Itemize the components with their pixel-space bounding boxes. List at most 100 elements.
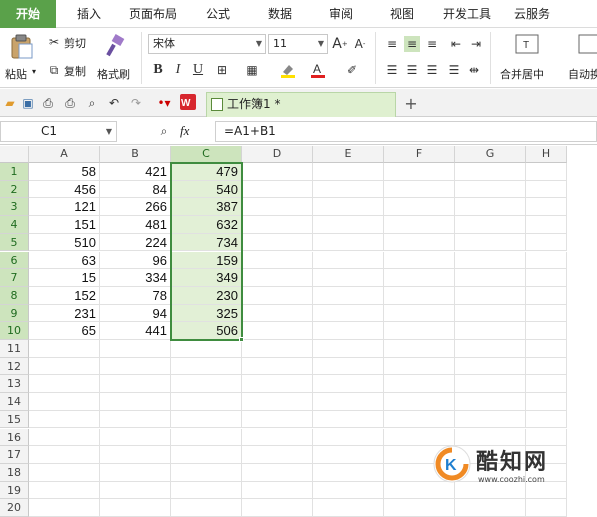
merge-center-button[interactable]: T 合并居中 <box>496 32 558 84</box>
cell-d1[interactable] <box>242 163 313 181</box>
tab-view[interactable]: 视图 <box>379 0 425 28</box>
font-shrink-icon[interactable]: A- <box>352 36 368 52</box>
column-header-e[interactable]: E <box>313 146 384 163</box>
cell-e3[interactable] <box>313 198 384 217</box>
cell-h15[interactable] <box>526 410 567 429</box>
cell-e2[interactable] <box>313 180 384 199</box>
cell-a20[interactable] <box>29 499 100 517</box>
cell-a9[interactable]: 231 <box>29 304 100 323</box>
undo-icon[interactable]: ↶ <box>106 95 122 111</box>
cell-f8[interactable] <box>384 286 455 305</box>
cell-f9[interactable] <box>384 304 455 323</box>
cell-d3[interactable] <box>242 198 313 217</box>
tab-cloud[interactable]: 云服务 <box>506 0 558 28</box>
cell-h2[interactable] <box>526 180 567 199</box>
cell-f6[interactable] <box>384 251 455 270</box>
paste-button[interactable]: 粘贴 ▾ <box>4 32 44 84</box>
align-top-icon[interactable]: ≡ <box>384 36 400 52</box>
cell-d15[interactable] <box>242 410 313 429</box>
cell-g13[interactable] <box>455 375 526 394</box>
column-header-a[interactable]: A <box>29 146 100 163</box>
cell-h7[interactable] <box>526 269 567 287</box>
cell-b18[interactable] <box>100 463 171 482</box>
cell-f20[interactable] <box>384 499 455 517</box>
cell-b5[interactable]: 224 <box>100 233 171 252</box>
tab-developer[interactable]: 开发工具 <box>436 0 498 28</box>
cell-d13[interactable] <box>242 375 313 394</box>
cell-e5[interactable] <box>313 233 384 252</box>
cell-f2[interactable] <box>384 180 455 199</box>
align-right-icon[interactable]: ☰ <box>424 62 440 78</box>
select-all-corner[interactable] <box>0 146 29 163</box>
cell-f13[interactable] <box>384 375 455 394</box>
cell-c3[interactable]: 387 <box>171 198 242 217</box>
cell-a4[interactable]: 151 <box>29 216 100 234</box>
folder-icon[interactable]: ▰ <box>2 95 18 111</box>
cell-f12[interactable] <box>384 357 455 376</box>
save-icon[interactable]: ▣ <box>20 95 36 111</box>
highlight-icon[interactable] <box>280 62 296 78</box>
align-bottom-icon[interactable]: ≡ <box>424 36 440 52</box>
cell-e9[interactable] <box>313 304 384 323</box>
cell-c12[interactable] <box>171 357 242 376</box>
cell-f10[interactable] <box>384 322 455 340</box>
cell-c11[interactable] <box>171 340 242 358</box>
cell-e18[interactable] <box>313 463 384 482</box>
cell-c18[interactable] <box>171 463 242 482</box>
cell-b3[interactable]: 266 <box>100 198 171 217</box>
cell-a8[interactable]: 152 <box>29 286 100 305</box>
border-icon[interactable]: ⊞ <box>214 62 230 78</box>
cell-g3[interactable] <box>455 198 526 217</box>
cell-d10[interactable] <box>242 322 313 340</box>
cell-c6[interactable]: 159 <box>171 251 242 270</box>
cell-f7[interactable] <box>384 269 455 287</box>
row-header-15[interactable]: 15 <box>0 410 29 429</box>
align-center-icon[interactable]: ☰ <box>404 62 420 78</box>
cell-g4[interactable] <box>455 216 526 234</box>
cell-b11[interactable] <box>100 340 171 358</box>
cell-h10[interactable] <box>526 322 567 340</box>
cell-a18[interactable] <box>29 463 100 482</box>
cell-a7[interactable]: 15 <box>29 269 100 287</box>
tab-insert[interactable]: 插入 <box>66 0 112 28</box>
cell-d5[interactable] <box>242 233 313 252</box>
cell-d7[interactable] <box>242 269 313 287</box>
row-header-18[interactable]: 18 <box>0 463 29 482</box>
cell-e10[interactable] <box>313 322 384 340</box>
cell-d14[interactable] <box>242 393 313 411</box>
align-middle-icon[interactable]: ≡ <box>404 36 420 52</box>
cell-d11[interactable] <box>242 340 313 358</box>
row-header-5[interactable]: 5 <box>0 233 29 252</box>
row-header-19[interactable]: 19 <box>0 481 29 500</box>
cell-h4[interactable] <box>526 216 567 234</box>
cell-g7[interactable] <box>455 269 526 287</box>
tab-data[interactable]: 数据 <box>257 0 303 28</box>
customize-icon[interactable]: •▾ <box>156 95 172 111</box>
cell-b14[interactable] <box>100 393 171 411</box>
cell-c10[interactable]: 506 <box>171 322 242 340</box>
italic-button[interactable]: I <box>170 62 186 78</box>
cell-a19[interactable] <box>29 481 100 500</box>
cell-b20[interactable] <box>100 499 171 517</box>
cell-g5[interactable] <box>455 233 526 252</box>
tab-page-layout[interactable]: 页面布局 <box>120 0 186 28</box>
row-header-11[interactable]: 11 <box>0 340 29 358</box>
cell-a12[interactable] <box>29 357 100 376</box>
cell-d17[interactable] <box>242 446 313 464</box>
cell-f3[interactable] <box>384 198 455 217</box>
column-header-b[interactable]: B <box>100 146 171 163</box>
format-painter-button[interactable]: 格式刷 <box>95 32 135 84</box>
cell-c20[interactable] <box>171 499 242 517</box>
cell-a11[interactable] <box>29 340 100 358</box>
export-pdf-icon[interactable]: ⎙ <box>40 95 56 111</box>
indent-decrease-icon[interactable]: ⇤ <box>448 36 464 52</box>
row-header-17[interactable]: 17 <box>0 446 29 464</box>
column-header-f[interactable]: F <box>384 146 455 163</box>
cell-g12[interactable] <box>455 357 526 376</box>
column-header-h[interactable]: H <box>526 146 567 163</box>
cell-c1[interactable]: 479 <box>171 163 242 181</box>
cell-h6[interactable] <box>526 251 567 270</box>
cell-a13[interactable] <box>29 375 100 394</box>
cell-b10[interactable]: 441 <box>100 322 171 340</box>
cell-d4[interactable] <box>242 216 313 234</box>
